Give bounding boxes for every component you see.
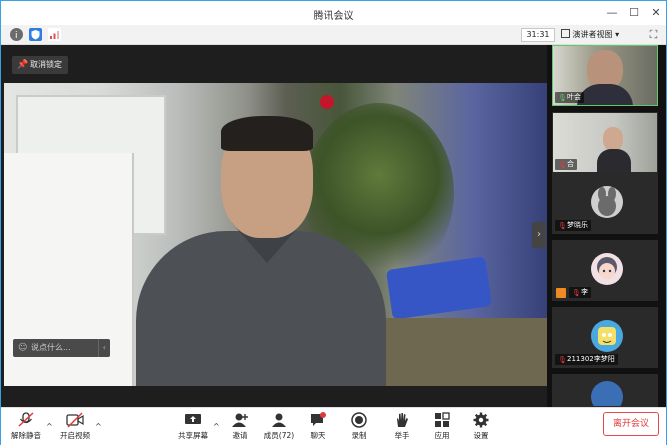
meeting-info-bar: i 31:31 演讲者视图 ▾ ⛶	[1, 25, 666, 45]
participant-tile[interactable]: 🎙 梦晓乐	[552, 173, 658, 234]
participant-shoulders	[577, 84, 633, 105]
hand-icon	[393, 412, 411, 428]
svg-text:i: i	[15, 31, 18, 41]
participant-name: 合	[567, 160, 574, 168]
bottom-toolbar: 解除静音 ^ 开启视频 ^ 共享屏幕 ^ 邀请 成员(72) 聊天 录制 举手 …	[1, 407, 666, 445]
participant-name-tag: 🎙 梦晓乐	[555, 220, 591, 231]
participant-name-tag: 🎙 叶会	[555, 92, 584, 103]
invite-label: 邀请	[232, 431, 248, 440]
participant-shoulders	[597, 149, 631, 172]
info-icon[interactable]: i	[10, 28, 23, 41]
user-icon	[556, 288, 566, 298]
cancel-focus-button[interactable]: 📌 取消锁定	[12, 56, 68, 74]
apps-label: 应用	[434, 431, 450, 440]
gear-icon	[472, 412, 490, 428]
participant-avatar	[591, 253, 623, 285]
share-screen-label: 共享屏幕	[178, 431, 208, 440]
participant-name: 叶会	[567, 93, 581, 101]
unmute-button[interactable]: 解除静音	[3, 412, 49, 441]
chevron-down-icon: ▾	[615, 30, 620, 39]
raise-hand-label: 举手	[394, 431, 410, 440]
video-background-flower	[320, 95, 334, 109]
video-background-desk	[384, 318, 547, 386]
start-video-button[interactable]: 开启视频	[52, 412, 98, 441]
fullscreen-icon[interactable]: ⛶	[647, 28, 660, 41]
chat-button[interactable]: 聊天	[295, 412, 341, 441]
pin-icon: 📌	[17, 60, 29, 70]
view-mode-label: 演讲者视图	[572, 30, 613, 39]
mic-muted-icon: 🎙	[572, 289, 581, 297]
participant-name: 211302李梦阳	[567, 355, 615, 363]
chat-placeholder: 说点什么...	[31, 343, 71, 352]
speaker-hair	[221, 116, 313, 151]
apps-grid-icon	[433, 412, 451, 428]
participant-face	[603, 127, 623, 151]
mic-muted-icon: 🎙	[558, 161, 567, 169]
unmute-label: 解除静音	[11, 431, 41, 440]
participant-tile[interactable]: 🎙 叶会	[552, 45, 658, 106]
participant-name-tag: 🎙 合	[555, 159, 577, 170]
participant-tile[interactable]: 🎙 211302李梦阳	[552, 307, 658, 368]
participant-tile[interactable]: 🎙 合	[552, 112, 658, 173]
window-title: 腾讯会议	[313, 11, 354, 22]
leave-meeting-button[interactable]: 离开会议	[603, 412, 659, 436]
participant-name-tag: 🎙 李	[569, 287, 591, 298]
close-button[interactable]: ✕	[648, 5, 664, 21]
start-video-label: 开启视频	[60, 431, 90, 440]
emoji-icon[interactable]: ☺	[18, 339, 27, 357]
record-button[interactable]: 录制	[336, 412, 382, 441]
signal-icon[interactable]	[48, 28, 61, 41]
camera-off-icon	[66, 412, 84, 428]
share-screen-icon	[184, 412, 202, 428]
chat-collapse-icon[interactable]: ‹	[97, 339, 106, 357]
meeting-timer: 31:31	[521, 28, 555, 42]
view-mode-dropdown[interactable]: 演讲者视图 ▾	[561, 28, 619, 42]
meeting-window: 腾讯会议 — ☐ ✕ i 31:31 演讲者视图 ▾ ⛶ 📌 取消锁定 ☺ 说点…	[0, 0, 667, 445]
collapse-gallery-button[interactable]: ›	[532, 222, 546, 248]
participant-avatar	[591, 320, 623, 352]
title-bar: 腾讯会议 — ☐ ✕	[1, 1, 666, 25]
settings-label: 设置	[473, 431, 489, 440]
participant-avatar	[591, 381, 623, 406]
chat-icon	[309, 412, 327, 428]
mic-muted-icon: 🎙	[558, 356, 567, 364]
participant-name: 李	[581, 288, 588, 296]
mic-muted-icon	[17, 412, 35, 428]
participant-name-tag: 🎙 211302李梦阳	[555, 354, 618, 365]
share-screen-button[interactable]: 共享屏幕	[170, 412, 216, 441]
members-label: 成员(72)	[263, 431, 295, 440]
shield-icon[interactable]	[29, 28, 42, 41]
maximize-button[interactable]: ☐	[626, 5, 642, 21]
settings-button[interactable]: 设置	[458, 412, 504, 441]
chat-label: 聊天	[310, 431, 326, 440]
participant-tile[interactable]: 🎙 李	[552, 240, 658, 301]
participant-gallery: 🎙 叶会 🎙 合 🎙 梦晓乐 🎙 李 🎙 211302李梦阳	[547, 45, 666, 407]
mic-on-icon: 🎙	[558, 94, 567, 102]
layout-icon	[561, 29, 570, 38]
members-icon	[270, 412, 288, 428]
record-icon	[350, 412, 368, 428]
participant-name: 梦晓乐	[567, 221, 588, 229]
participant-avatar	[591, 186, 623, 218]
add-user-icon	[231, 412, 249, 428]
minimize-button[interactable]: —	[604, 5, 620, 21]
participant-tile[interactable]	[552, 374, 658, 407]
video-options-caret[interactable]: ^	[95, 422, 102, 431]
record-label: 录制	[351, 431, 367, 440]
mic-muted-icon: 🎙	[558, 222, 567, 230]
chat-input[interactable]: ☺ 说点什么... ‹	[13, 339, 110, 357]
cancel-focus-label: 取消锁定	[30, 60, 62, 69]
